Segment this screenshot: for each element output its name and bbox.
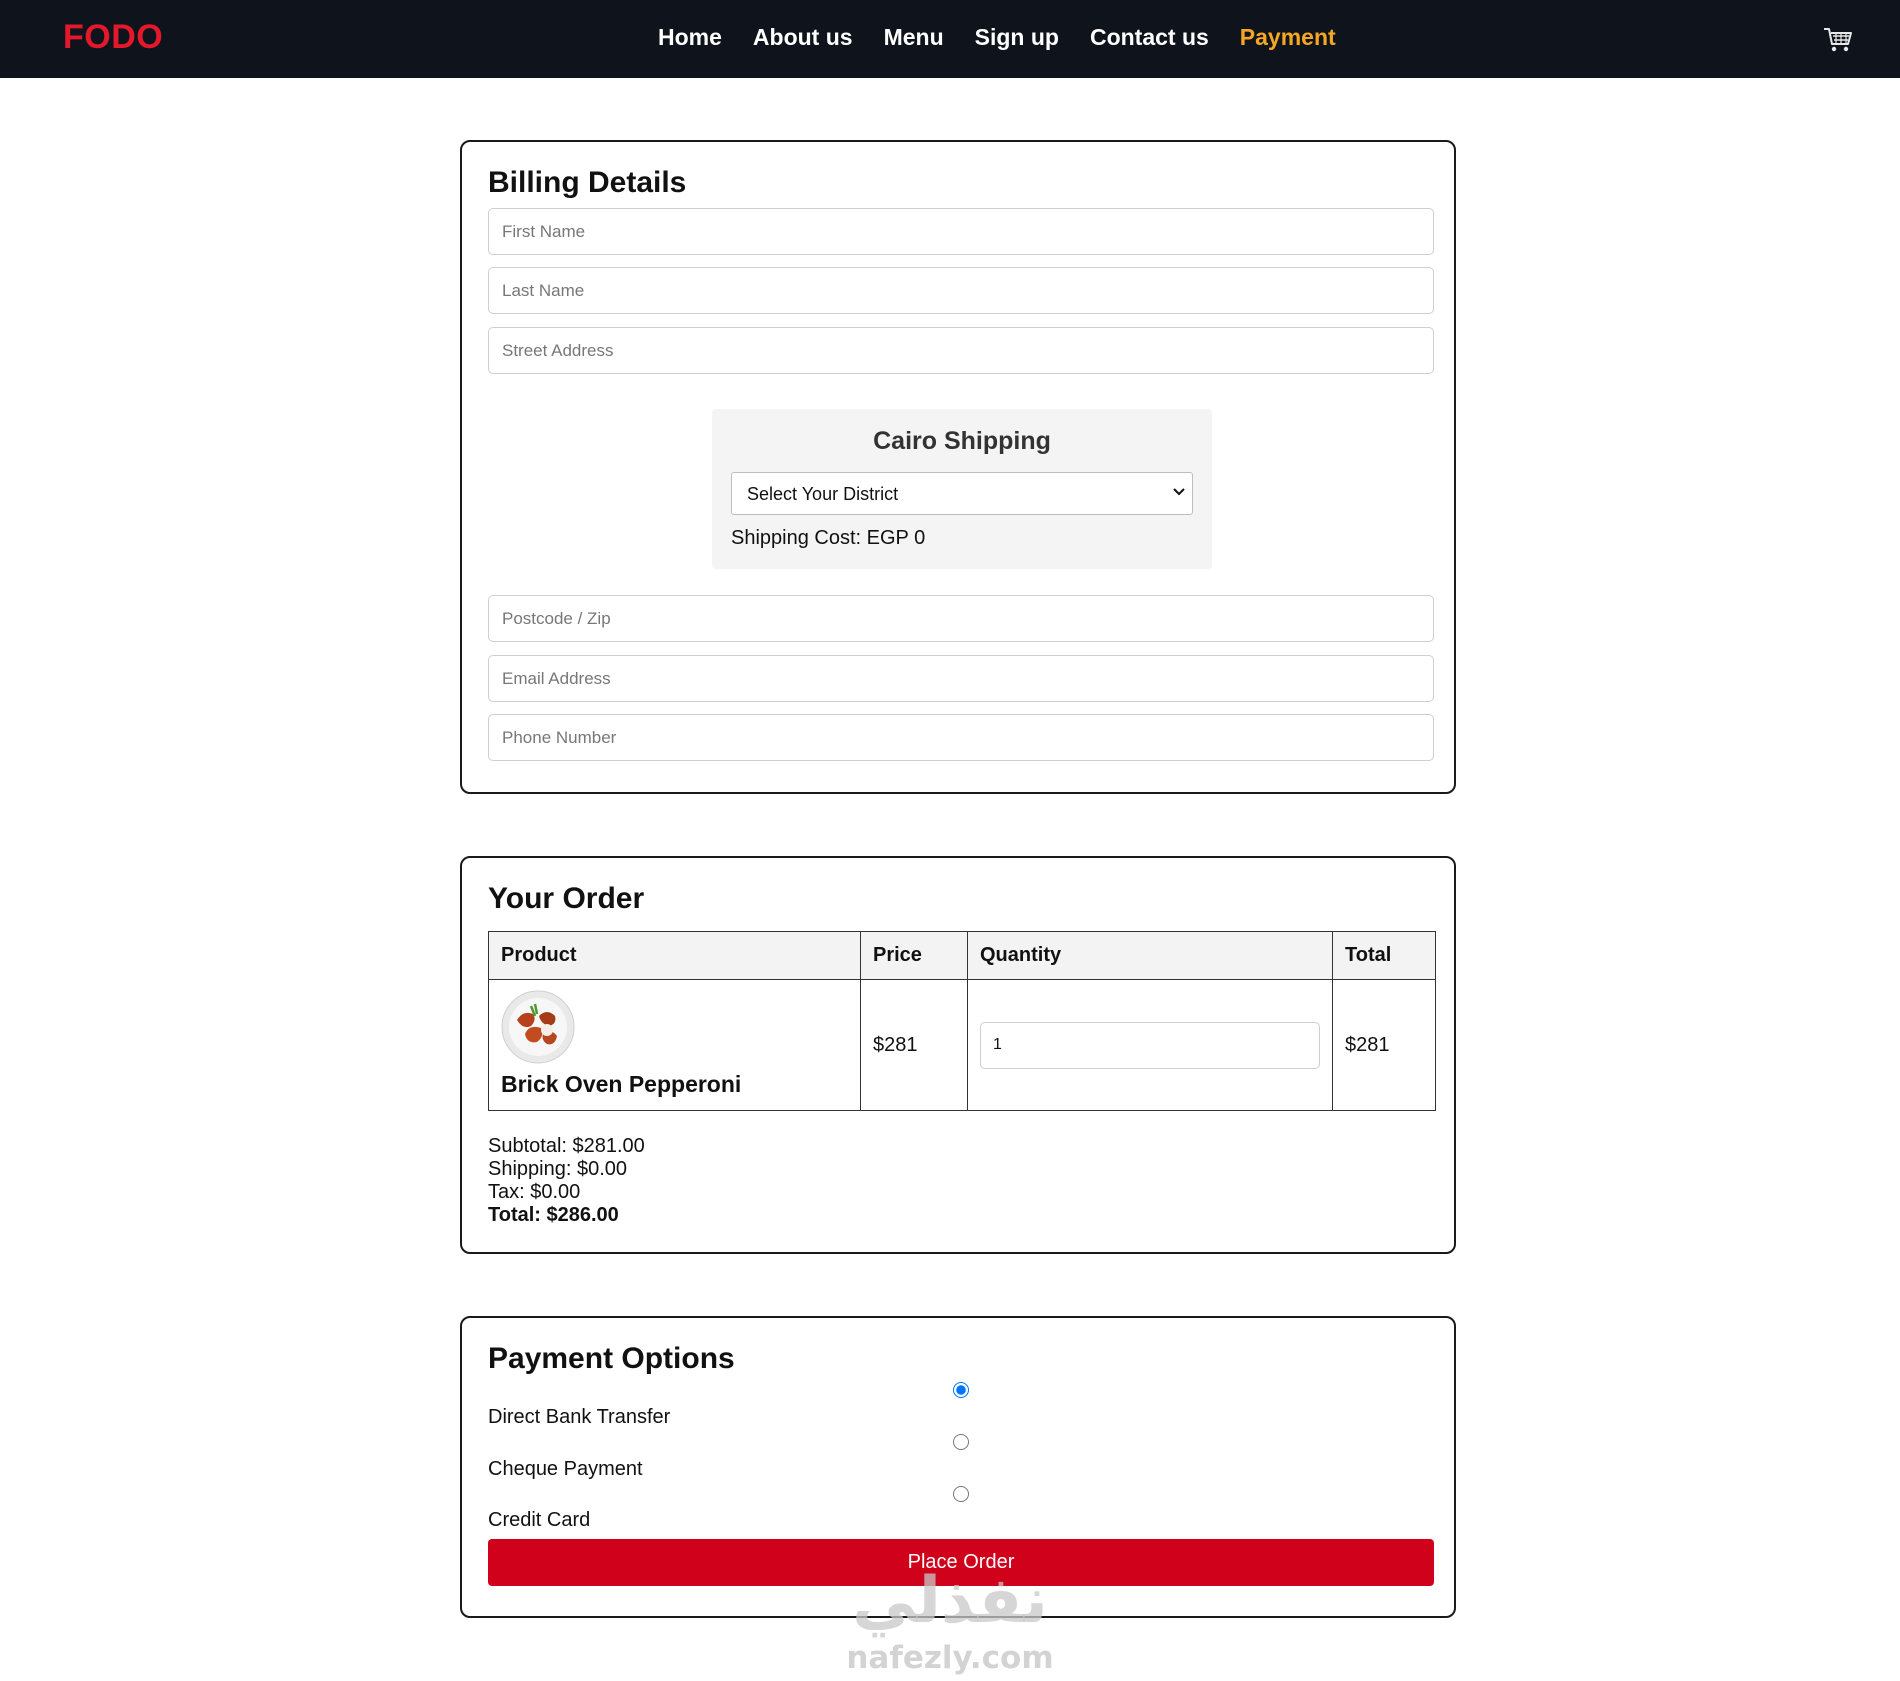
order-title: Your Order — [488, 882, 645, 915]
shipping-total: Shipping: $0.00 — [488, 1158, 628, 1180]
order-card: Your Order Product Price Quantity Total — [460, 856, 1456, 1254]
billing-title: Billing Details — [488, 166, 687, 199]
total-cell: $281 — [1332, 979, 1436, 1111]
payment-card: Payment Options Direct Bank Transfer Che… — [460, 1316, 1456, 1618]
nav-links: Home About us Menu Sign up Contact us Pa… — [658, 24, 1336, 51]
product-image — [501, 990, 575, 1064]
grand-total: Total: $286.00 — [488, 1204, 619, 1226]
nav-link-about[interactable]: About us — [753, 24, 853, 51]
order-totals: Subtotal: $281.00 Shipping: $0.00 Tax: $… — [488, 1135, 645, 1227]
nav-link-contact[interactable]: Contact us — [1090, 24, 1209, 51]
label-credit-card: Credit Card — [488, 1509, 591, 1531]
nav-link-payment[interactable]: Payment — [1240, 24, 1336, 51]
column-header-total: Total — [1332, 931, 1436, 980]
radio-credit-card[interactable] — [953, 1486, 969, 1502]
column-header-price: Price — [860, 931, 968, 980]
place-order-button[interactable]: Place Order — [488, 1539, 1434, 1586]
order-table: Product Price Quantity Total Brick Oven … — [488, 931, 1436, 1111]
email-input[interactable] — [488, 655, 1434, 702]
nav-link-menu[interactable]: Menu — [884, 24, 944, 51]
column-header-product: Product — [488, 931, 861, 980]
label-direct-bank-transfer: Direct Bank Transfer — [488, 1406, 671, 1428]
street-address-input[interactable] — [488, 327, 1434, 374]
watermark-latin: nafezly.com — [846, 1640, 1054, 1676]
table-header-row: Product Price Quantity Total — [488, 931, 1436, 980]
product-name: Brick Oven Pepperoni — [501, 1071, 742, 1097]
navbar: FODO Home About us Menu Sign up Contact … — [0, 0, 1900, 78]
payment-title: Payment Options — [488, 1342, 735, 1375]
table-row: Brick Oven Pepperoni $281 $281 — [488, 979, 1436, 1111]
shipping-title: Cairo Shipping — [873, 427, 1051, 455]
shipping-cost: Shipping Cost: EGP 0 — [731, 527, 926, 549]
product-cell: Brick Oven Pepperoni — [488, 979, 861, 1111]
tax: Tax: $0.00 — [488, 1181, 581, 1203]
nav-link-signup[interactable]: Sign up — [975, 24, 1059, 51]
billing-details-card: Billing Details Cairo Shipping Select Yo… — [460, 140, 1456, 794]
quantity-input[interactable] — [980, 1021, 1320, 1069]
last-name-input[interactable] — [488, 267, 1434, 314]
subtotal: Subtotal: $281.00 — [488, 1135, 645, 1157]
radio-direct-bank-transfer[interactable] — [953, 1382, 969, 1398]
radio-cheque-payment[interactable] — [953, 1434, 969, 1450]
postcode-input[interactable] — [488, 595, 1434, 642]
phone-input[interactable] — [488, 714, 1434, 761]
shipping-panel: Cairo Shipping Select Your District Ship… — [712, 409, 1212, 569]
label-cheque-payment: Cheque Payment — [488, 1458, 643, 1480]
first-name-input[interactable] — [488, 208, 1434, 255]
district-select[interactable]: Select Your District — [731, 472, 1193, 515]
nav-link-home[interactable]: Home — [658, 24, 722, 51]
quantity-cell — [967, 979, 1333, 1111]
brand-logo[interactable]: FODO — [63, 18, 163, 57]
shopping-cart-icon[interactable] — [1823, 26, 1853, 54]
chevron-down-icon — [1173, 488, 1185, 496]
column-header-quantity: Quantity — [967, 931, 1333, 980]
price-cell: $281 — [860, 979, 968, 1111]
district-select-value: Select Your District — [747, 484, 899, 504]
